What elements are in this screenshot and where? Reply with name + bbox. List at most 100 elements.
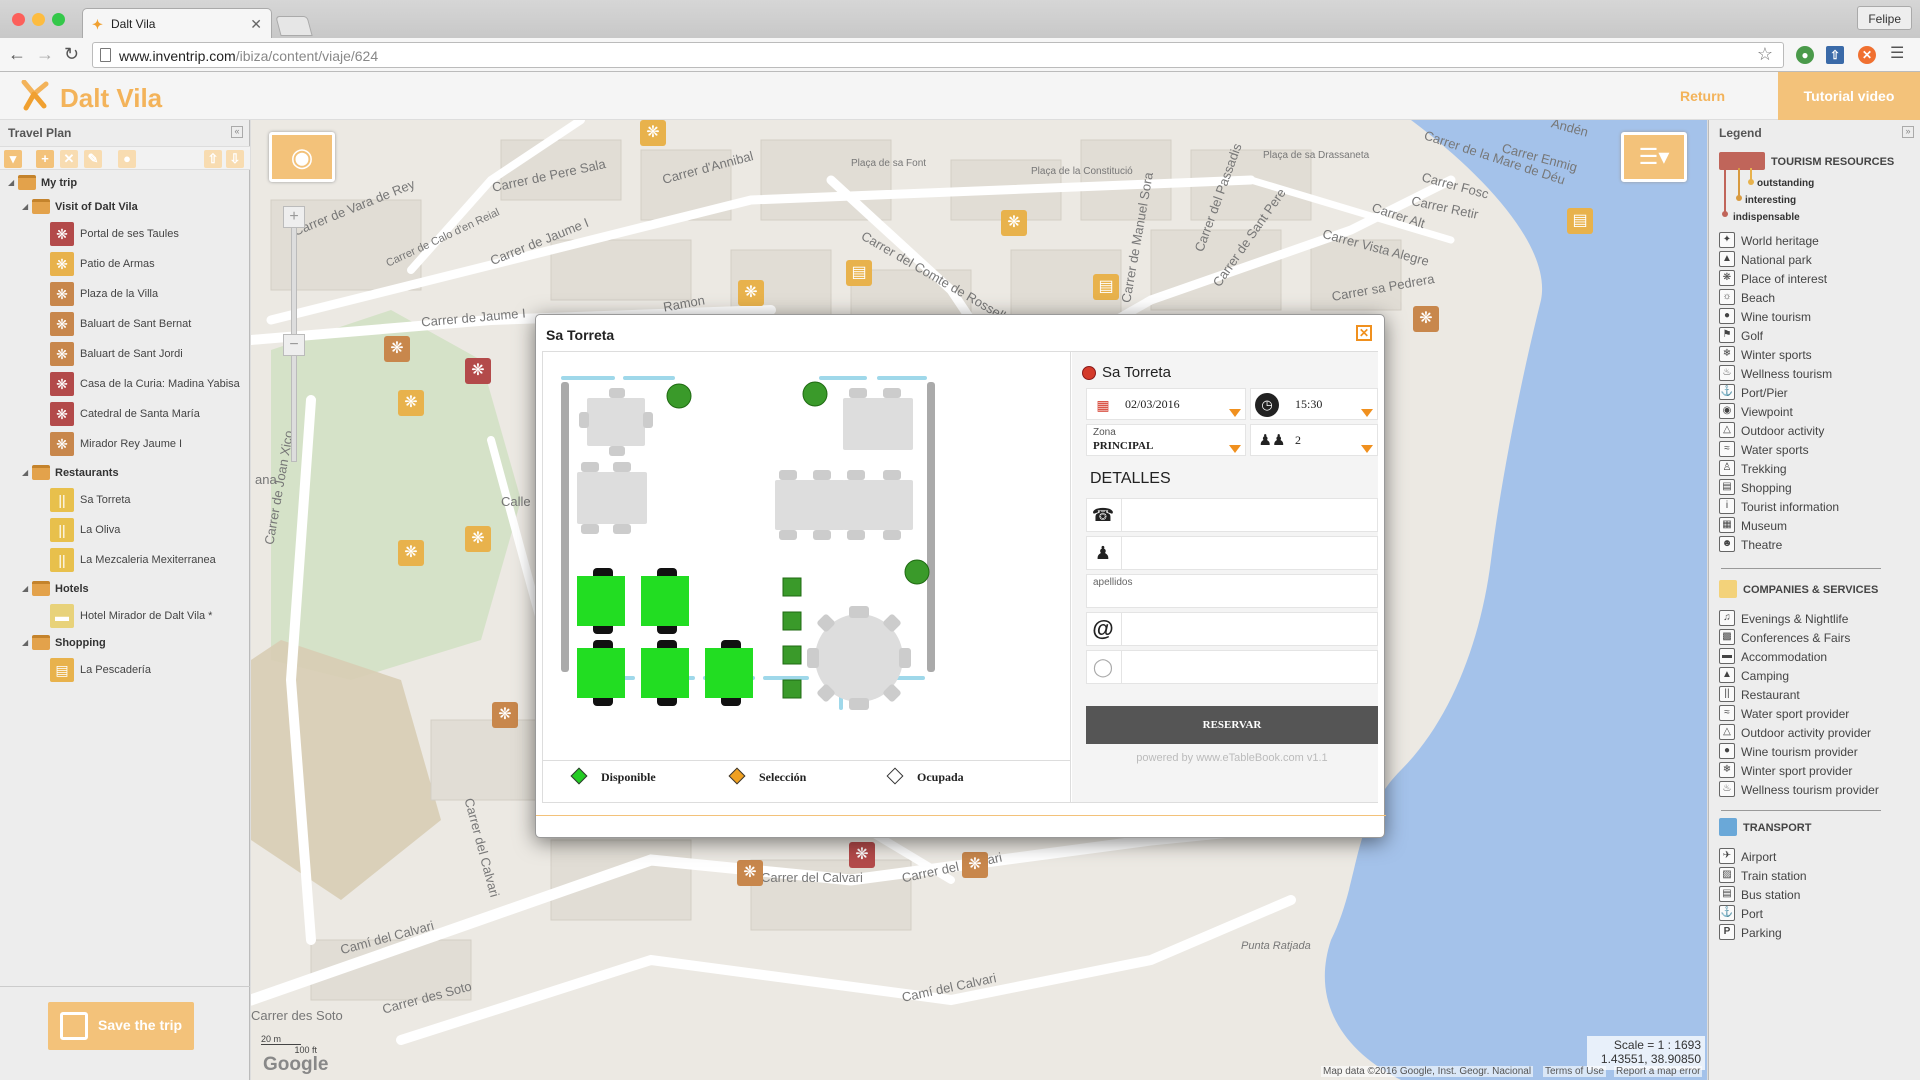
legend-item-label: Tourist information bbox=[1741, 500, 1840, 514]
save-disk-icon bbox=[60, 1012, 88, 1040]
address-bar[interactable]: www.inventrip.com/ibiza/content/viaje/62… bbox=[92, 42, 1784, 68]
map-pin-icon[interactable]: ❋ bbox=[398, 540, 424, 566]
map-pin-icon[interactable]: ❋ bbox=[492, 702, 518, 728]
place-label: Punta Ratjada bbox=[1241, 940, 1311, 952]
reload-icon[interactable]: ↻ bbox=[64, 44, 79, 64]
tree-item-label: La Mezcaleria Mexiterranea bbox=[80, 554, 216, 566]
maximize-window-icon[interactable] bbox=[52, 13, 65, 26]
dropdown-icon[interactable]: ▾ bbox=[4, 150, 22, 168]
bookmark-star-icon[interactable]: ☆ bbox=[1757, 44, 1773, 65]
view-eye-button[interactable]: ◉ bbox=[269, 132, 335, 182]
companies-swatch bbox=[1719, 580, 1737, 598]
logo-mark-icon bbox=[21, 80, 49, 111]
comments-field[interactable]: ◯ bbox=[1086, 650, 1378, 684]
expand-icon[interactable]: ◢ bbox=[22, 468, 28, 477]
legend-item-label: Port/Pier bbox=[1741, 386, 1788, 400]
legend-available: Disponible bbox=[570, 767, 656, 785]
menu-icon[interactable]: ☰ bbox=[1890, 44, 1904, 64]
legend-item-label: Golf bbox=[1741, 329, 1764, 343]
map-pin-icon[interactable]: ▤ bbox=[1093, 274, 1119, 300]
zone-select[interactable]: Zona PRINCIPAL bbox=[1086, 424, 1246, 456]
map-pin-icon[interactable]: ❋ bbox=[465, 526, 491, 552]
return-button[interactable]: Return bbox=[1680, 88, 1725, 104]
legend-section-title: COMPANIES & SERVICES bbox=[1743, 584, 1879, 596]
name-field[interactable]: ♟ bbox=[1086, 536, 1378, 570]
sidebar-collapse-icon[interactable]: « bbox=[231, 126, 243, 138]
suitcase-icon bbox=[32, 635, 50, 650]
date-select[interactable]: ▦ 02/03/2016 bbox=[1086, 388, 1246, 420]
add-icon[interactable]: + bbox=[36, 150, 54, 168]
restaurant-icon: || bbox=[50, 488, 74, 512]
move-up-icon[interactable]: ⇧ bbox=[204, 150, 222, 168]
app-header: Dalt Vila Return Tutorial video bbox=[0, 72, 1920, 120]
move-down-icon[interactable]: ⇩ bbox=[226, 150, 244, 168]
map-pin-icon[interactable]: ❋ bbox=[640, 120, 666, 146]
legend-occupied-label: Ocupada bbox=[917, 770, 964, 784]
map-pin-icon[interactable]: ❋ bbox=[737, 860, 763, 886]
zoom-in-button[interactable]: + bbox=[283, 206, 305, 228]
people-select[interactable]: ♟♟ 2 bbox=[1250, 424, 1378, 456]
locate-icon[interactable]: ● bbox=[118, 150, 136, 168]
map-pin-icon[interactable]: ❋ bbox=[962, 852, 988, 878]
minimize-window-icon[interactable] bbox=[32, 13, 45, 26]
restaurant-name: Sa Torreta bbox=[1102, 364, 1171, 381]
map-pin-icon[interactable]: ❋ bbox=[738, 280, 764, 306]
legend-item-label: Water sports bbox=[1741, 443, 1809, 457]
legend-item-label: Port bbox=[1741, 907, 1764, 921]
time-select[interactable]: ◷ 15:30 bbox=[1250, 388, 1378, 420]
close-window-icon[interactable] bbox=[12, 13, 25, 26]
wine-provider-icon: ● bbox=[1719, 743, 1735, 759]
tree-group-label: Visit of Dalt Vila bbox=[55, 201, 138, 213]
reserve-button[interactable]: RESERVAR bbox=[1086, 706, 1378, 744]
street-label: Plaça de sa Font bbox=[851, 158, 927, 169]
expand-icon[interactable]: ◢ bbox=[22, 584, 28, 593]
extension-upload-icon[interactable]: ⇧ bbox=[1826, 46, 1844, 64]
brand-name: Dalt Vila bbox=[60, 83, 163, 113]
map-pin-icon[interactable]: ❋ bbox=[384, 336, 410, 362]
map-pin-icon[interactable]: ❋ bbox=[849, 842, 875, 868]
expand-icon[interactable]: ◢ bbox=[8, 178, 14, 187]
chevron-down-icon bbox=[1229, 409, 1241, 417]
email-field[interactable]: @ bbox=[1086, 612, 1378, 646]
zoom-out-button[interactable]: − bbox=[283, 334, 305, 356]
parking-icon: P bbox=[1719, 924, 1735, 940]
expand-icon[interactable]: ◢ bbox=[22, 638, 28, 647]
phone-field[interactable]: ☎ bbox=[1086, 498, 1378, 532]
extension-block-icon[interactable]: ✕ bbox=[1858, 46, 1876, 64]
map-layers-button[interactable]: ☰▾ bbox=[1621, 132, 1687, 182]
browser-tab[interactable]: ✦ Dalt Vila ✕ bbox=[82, 8, 272, 38]
surname-field[interactable]: apellidos bbox=[1086, 574, 1378, 608]
details-heading: DETALLES bbox=[1090, 470, 1171, 487]
save-trip-button[interactable]: Save the trip bbox=[48, 1002, 194, 1050]
delete-icon[interactable]: ✕ bbox=[60, 150, 78, 168]
map-pin-icon[interactable]: ❋ bbox=[1413, 306, 1439, 332]
legend-item-label: Trekking bbox=[1741, 462, 1787, 476]
map-pin-icon[interactable]: ▤ bbox=[1567, 208, 1593, 234]
extension-map-icon[interactable]: ● bbox=[1796, 46, 1814, 64]
edit-icon[interactable]: ✎ bbox=[84, 150, 102, 168]
map-pin-icon[interactable]: ❋ bbox=[465, 358, 491, 384]
reservation-frame: Disponible Selección Ocupada Sa Torreta … bbox=[542, 351, 1378, 803]
trekking-icon: ♙ bbox=[1719, 460, 1735, 476]
phone-icon: ☎ bbox=[1091, 505, 1115, 525]
outdoor-activity-icon: △ bbox=[1719, 422, 1735, 438]
expand-icon[interactable]: ◢ bbox=[22, 202, 28, 211]
map-pin-icon[interactable]: ❋ bbox=[398, 390, 424, 416]
back-icon[interactable]: ← bbox=[8, 44, 26, 64]
attraction-icon: ❋ bbox=[50, 402, 74, 426]
report-error-link[interactable]: Report a map error bbox=[1614, 1066, 1703, 1077]
legend-item-label: Restaurant bbox=[1741, 688, 1800, 702]
powered-by-link[interactable]: powered by www.eTableBook.com v1.1 bbox=[1086, 752, 1378, 764]
new-tab-button[interactable] bbox=[275, 16, 313, 36]
tab-close-icon[interactable]: ✕ bbox=[250, 16, 262, 33]
map-pin-icon[interactable]: ▤ bbox=[846, 260, 872, 286]
airport-icon: ✈ bbox=[1719, 848, 1735, 864]
legend-collapse-icon[interactable]: » bbox=[1902, 126, 1914, 138]
profile-button[interactable]: Felipe bbox=[1857, 6, 1912, 30]
forward-icon[interactable]: → bbox=[36, 44, 54, 64]
tutorial-video-button[interactable]: Tutorial video bbox=[1778, 72, 1920, 120]
map-pin-icon[interactable]: ❋ bbox=[1001, 210, 1027, 236]
tree-item-label: Mirador Rey Jaume I bbox=[80, 438, 183, 450]
dialog-close-button[interactable]: ✕ bbox=[1356, 325, 1372, 341]
terms-link[interactable]: Terms of Use bbox=[1543, 1066, 1606, 1077]
